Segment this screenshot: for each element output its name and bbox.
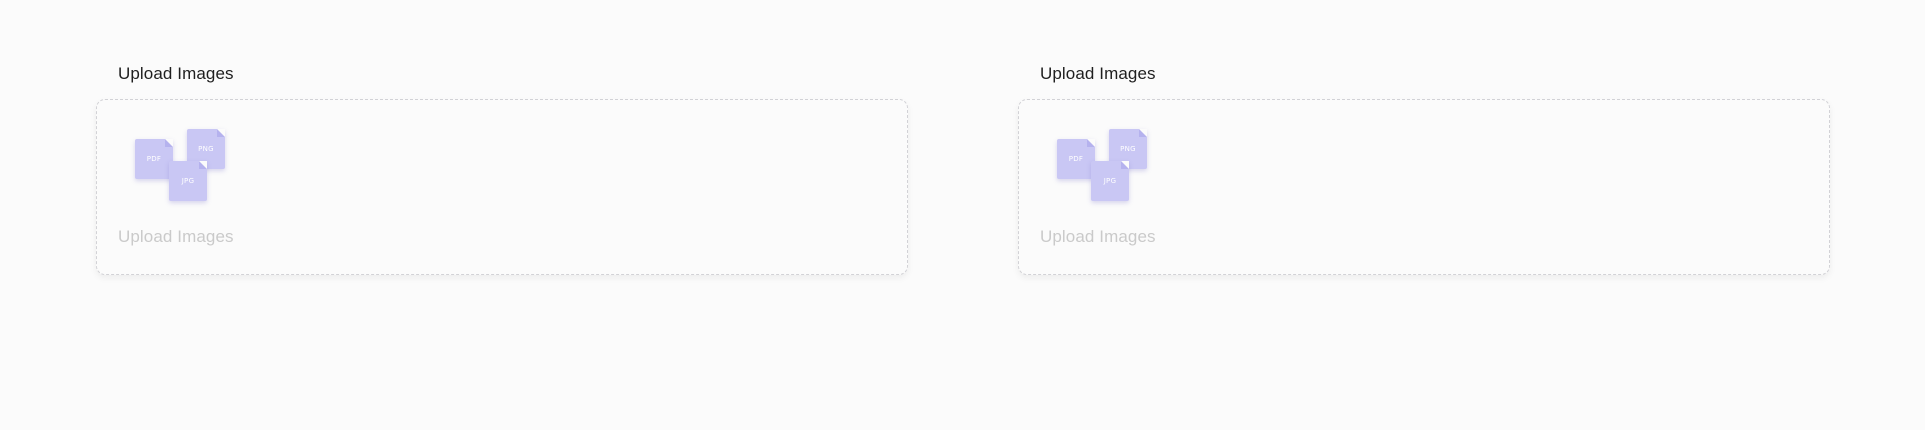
file-type-label: PNG	[1120, 145, 1136, 153]
file-type-label: JPG	[181, 177, 195, 185]
file-type-label: PDF	[146, 155, 162, 163]
pdf-file-icon: PDF	[135, 139, 173, 179]
file-types-illustration: PDF PNG JPG	[135, 129, 237, 211]
file-type-label: PDF	[1068, 155, 1084, 163]
image-uploader-1: Upload Images PDF PNG JPG Upload Images	[96, 64, 908, 275]
file-types-illustration: PDF PNG JPG	[1057, 129, 1159, 211]
jpg-file-icon: JPG	[169, 161, 207, 201]
dropzone-text: Upload Images	[118, 227, 234, 246]
jpg-file-icon: JPG	[1091, 161, 1129, 201]
dropzone-text: Upload Images	[1040, 227, 1156, 246]
file-type-label: PNG	[198, 145, 214, 153]
upload-dropzone[interactable]: PDF PNG JPG Upload Images	[96, 99, 908, 275]
field-label: Upload Images	[1040, 64, 1156, 83]
field-label: Upload Images	[118, 64, 234, 83]
upload-dropzone[interactable]: PDF PNG JPG Upload Images	[1018, 99, 1830, 275]
file-type-label: JPG	[1103, 177, 1117, 185]
image-uploader-2: Upload Images PDF PNG JPG Upload Images	[1018, 64, 1830, 275]
pdf-file-icon: PDF	[1057, 139, 1095, 179]
